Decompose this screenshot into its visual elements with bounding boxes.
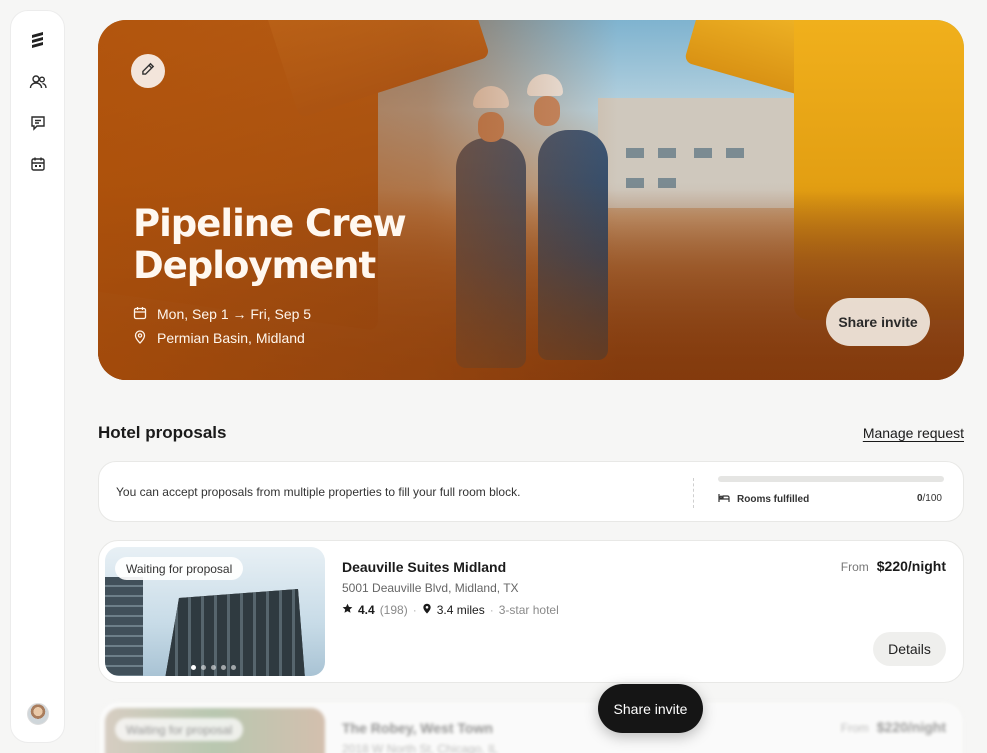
rooms-progress-bar [718, 476, 944, 482]
hotel-card-faded[interactable]: Waiting for proposal The Robey, West Tow… [98, 701, 964, 753]
room-block-info: You can accept proposals from multiple p… [98, 461, 964, 522]
hero-banner: Pipeline Crew Deployment Mon, Sep 1 → Fr… [98, 20, 964, 380]
carousel-dot[interactable] [201, 665, 206, 670]
bed-icon [718, 493, 730, 506]
rooms-label-text: Rooms fulfilled [737, 494, 810, 505]
hotel-name: The Robey, West Town [342, 720, 493, 736]
pencil-icon [141, 62, 155, 81]
hotel-image-tower [165, 589, 305, 676]
hotel-price: From $220/night [841, 719, 946, 735]
carousel-dot[interactable] [231, 665, 236, 670]
message-icon[interactable] [27, 112, 49, 134]
hotel-image: Waiting for proposal [105, 708, 325, 753]
star-icon [342, 603, 353, 617]
carousel-dots[interactable] [191, 665, 236, 670]
calendar-icon [133, 306, 147, 323]
price-prefix: From [840, 721, 869, 735]
hero-dates: Mon, Sep 1 → Fri, Sep 5 [157, 306, 312, 322]
location-pin-icon [422, 603, 432, 617]
price-amount: $220/night [876, 558, 946, 574]
edit-button[interactable] [131, 54, 165, 88]
price-prefix: From [840, 560, 869, 574]
users-icon[interactable] [27, 71, 49, 93]
hero-location: Permian Basin, Midland [157, 330, 305, 346]
info-text: You can accept proposals from multiple p… [116, 485, 521, 499]
rooms-fulfilled-label: Rooms fulfilled [718, 493, 809, 506]
calendar-icon[interactable] [27, 153, 49, 175]
main-content: Pipeline Crew Deployment Mon, Sep 1 → Fr… [98, 20, 964, 753]
separator-dot: · [412, 603, 417, 617]
carousel-dot[interactable] [191, 665, 196, 670]
hotel-address: 2018 W North St, Chicago, IL [342, 742, 499, 753]
status-badge: Waiting for proposal [115, 718, 244, 741]
hero-location-row: Permian Basin, Midland [133, 326, 311, 350]
location-pin-icon [133, 329, 147, 347]
hotel-class: 3-star hotel [498, 603, 559, 617]
user-avatar[interactable] [26, 703, 49, 725]
status-badge: Waiting for proposal [115, 557, 244, 580]
hero-title: Pipeline Crew Deployment [133, 202, 407, 287]
rooms-count: 0/100 [917, 493, 942, 504]
share-invite-button[interactable]: Share invite [826, 298, 930, 346]
carousel-dot[interactable] [221, 665, 226, 670]
carousel-dot[interactable] [211, 665, 216, 670]
hotel-rating: 4.4 [358, 603, 375, 617]
hotel-image-building [105, 577, 143, 676]
sidebar [10, 10, 65, 743]
floating-share-invite-button[interactable]: Share invite [598, 684, 703, 733]
hero-meta: Mon, Sep 1 → Fri, Sep 5 Permian Basin, M… [133, 302, 311, 350]
hotel-name: Deauville Suites Midland [342, 559, 507, 575]
sidebar-nav [27, 71, 49, 175]
separator-dot: · [489, 603, 494, 617]
hotel-address: 5001 Deauville Blvd, Midland, TX [342, 581, 519, 595]
price-amount: $220/night [876, 719, 946, 735]
proposals-header: Hotel proposals Manage request [98, 423, 964, 443]
hero-dates-row: Mon, Sep 1 → Fri, Sep 5 [133, 302, 311, 326]
hotel-price: From $220/night [841, 558, 946, 574]
logo-icon[interactable] [27, 29, 49, 51]
hotel-meta: 4.4 (198) · 3.4 miles · 3-star hotel [342, 603, 559, 617]
rooms-total: /100 [922, 493, 942, 504]
hotel-image-carousel[interactable]: Waiting for proposal [105, 547, 325, 676]
details-button[interactable]: Details [873, 632, 946, 666]
divider [693, 478, 694, 508]
hotel-distance: 3.4 miles [436, 603, 485, 617]
hotel-reviews: (198) [379, 603, 408, 617]
section-title: Hotel proposals [98, 423, 227, 442]
manage-request-link[interactable]: Manage request [863, 425, 964, 441]
hotel-card[interactable]: Waiting for proposal Deauville Suites Mi… [98, 540, 964, 683]
